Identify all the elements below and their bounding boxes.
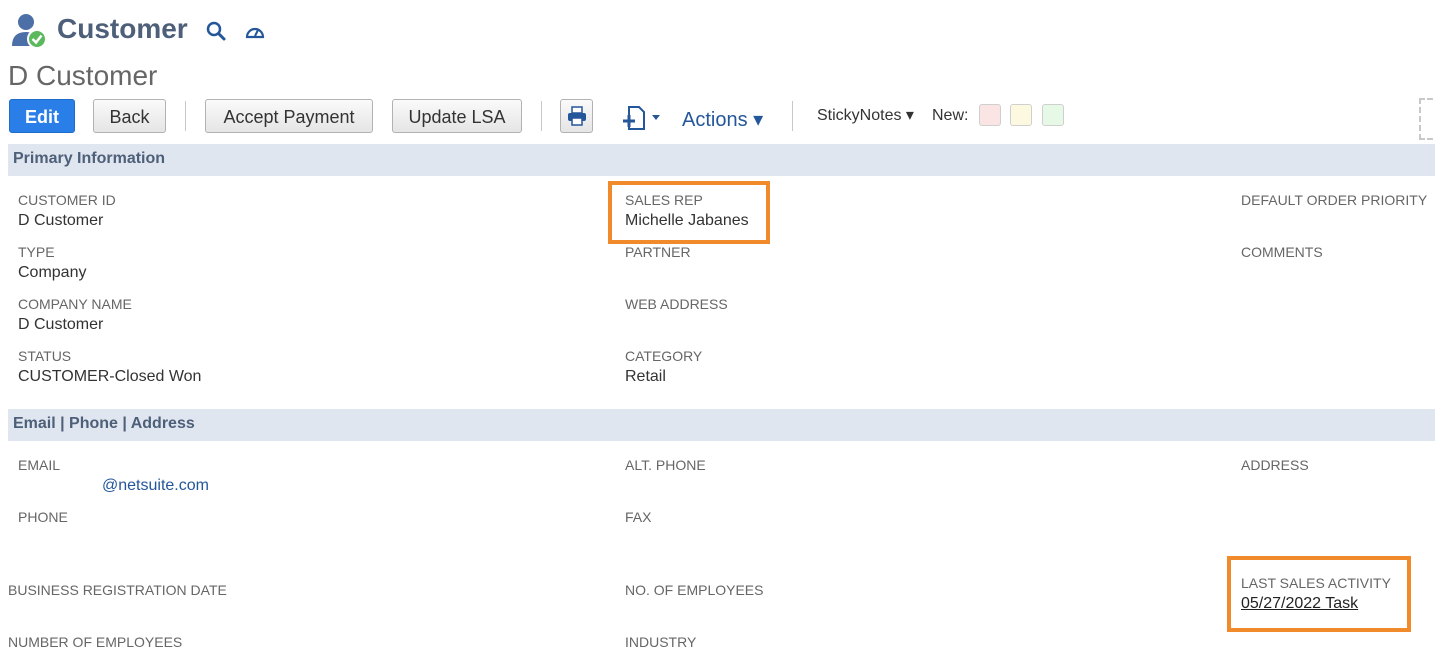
email-label: EMAIL bbox=[18, 457, 61, 473]
email-link[interactable]: @netsuite.com bbox=[102, 476, 209, 496]
partner-label: PARTNER bbox=[625, 244, 691, 260]
section-title: Primary Information bbox=[13, 150, 166, 167]
drop-target-placeholder bbox=[1419, 98, 1435, 140]
dashboard-icon[interactable] bbox=[244, 21, 266, 43]
print-button[interactable] bbox=[560, 99, 593, 133]
type-value: Company bbox=[18, 264, 87, 281]
type-label: TYPE bbox=[18, 244, 55, 260]
no-of-employees-label: NO. OF EMPLOYEES bbox=[625, 582, 764, 598]
record-type-title: Customer bbox=[57, 13, 188, 44]
new-note-label: New: bbox=[932, 107, 969, 124]
printer-icon bbox=[567, 106, 586, 126]
customer-id-value: D Customer bbox=[18, 212, 104, 229]
category-value: Retail bbox=[625, 368, 666, 385]
company-name-label: COMPANY NAME bbox=[18, 296, 132, 312]
new-green-note-button[interactable] bbox=[1042, 104, 1064, 126]
number-of-employees-label: NUMBER OF EMPLOYEES bbox=[8, 634, 183, 650]
status-value: CUSTOMER-Closed Won bbox=[18, 368, 202, 385]
customer-record-icon bbox=[12, 14, 47, 49]
business-registration-date-label: BUSINESS REGISTRATION DATE bbox=[8, 582, 227, 598]
back-button[interactable]: Back bbox=[93, 99, 166, 133]
customer-id-label: CUSTOMER ID bbox=[18, 192, 116, 208]
toolbar-divider bbox=[792, 101, 793, 131]
edit-button[interactable]: Edit bbox=[9, 99, 75, 133]
industry-label: INDUSTRY bbox=[625, 634, 697, 650]
toolbar-divider bbox=[541, 101, 542, 131]
status-label: STATUS bbox=[18, 348, 72, 364]
actions-menu[interactable]: Actions ▾ bbox=[682, 108, 763, 132]
stickynotes-menu[interactable]: StickyNotes ▾ bbox=[817, 105, 914, 127]
company-name-value: D Customer bbox=[18, 316, 104, 333]
alt-phone-label: ALT. PHONE bbox=[625, 457, 706, 473]
fax-label: FAX bbox=[625, 509, 652, 525]
new-yellow-note-button[interactable] bbox=[1010, 104, 1032, 126]
new-record-icon[interactable] bbox=[621, 104, 663, 132]
update-lsa-button[interactable]: Update LSA bbox=[392, 99, 522, 133]
category-label: CATEGORY bbox=[625, 348, 703, 364]
record-name: D Customer bbox=[8, 60, 158, 91]
section-title: Email | Phone | Address bbox=[13, 415, 195, 432]
phone-label: PHONE bbox=[18, 509, 68, 525]
sales-rep-highlight-box bbox=[608, 181, 770, 244]
search-icon[interactable] bbox=[205, 20, 227, 42]
default-order-priority-label: DEFAULT ORDER PRIORITY bbox=[1241, 192, 1428, 208]
primary-information-section[interactable]: Primary Information bbox=[8, 144, 1435, 176]
comments-label: COMMENTS bbox=[1241, 244, 1323, 260]
address-label: ADDRESS bbox=[1241, 457, 1309, 473]
web-address-label: WEB ADDRESS bbox=[625, 296, 728, 312]
last-sales-activity-highlight-box bbox=[1227, 556, 1411, 632]
accept-payment-button[interactable]: Accept Payment bbox=[205, 99, 373, 133]
new-pink-note-button[interactable] bbox=[979, 104, 1001, 126]
toolbar-divider bbox=[185, 101, 186, 131]
email-phone-address-section[interactable]: Email | Phone | Address bbox=[8, 409, 1435, 441]
